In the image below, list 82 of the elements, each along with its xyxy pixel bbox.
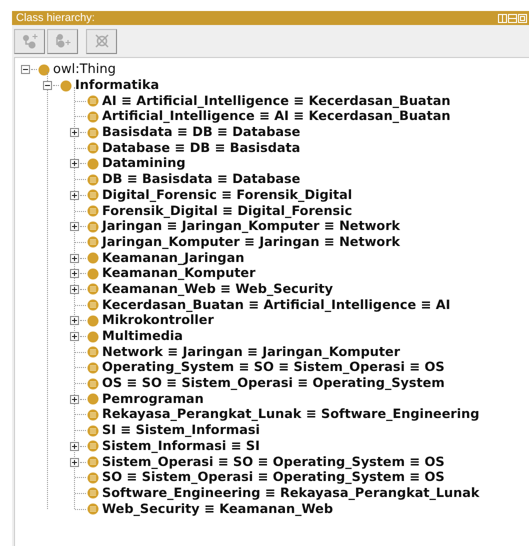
equivalent-class-icon: [87, 299, 99, 312]
equivalent-class-icon: [87, 472, 99, 484]
panel-title: Class hierarchy:: [16, 12, 95, 24]
equivalent-class-icon: [87, 503, 99, 516]
class-name[interactable]: Software_Engineering ≡ Rekayasa_Perangkat_Lunak: [102, 486, 480, 501]
class-name[interactable]: Basisdata ≡ DB ≡ Database: [102, 125, 300, 140]
delete-icon: [92, 32, 110, 50]
class-dot-icon: [87, 330, 99, 343]
class-name[interactable]: OS ≡ SO ≡ Sistem_Operasi ≡ Operating_System: [102, 376, 445, 392]
equivalent-class-icon: [87, 487, 99, 500]
class-dot-icon: [87, 252, 99, 264]
class-name[interactable]: AI ≡ Artificial_Intelligence ≡ Kecerdasan_Buatan: [102, 94, 450, 109]
expand-icon[interactable]: [70, 159, 79, 168]
add-sibling-button[interactable]: [47, 28, 78, 54]
equivalent-class-icon: [87, 424, 99, 437]
class-dot-icon: [87, 314, 99, 327]
add-subclass-button[interactable]: [14, 28, 45, 54]
equivalent-class-icon: [87, 220, 99, 233]
equivalent-class-icon: [87, 378, 99, 390]
class-name[interactable]: Datamining: [102, 156, 186, 172]
class-name[interactable]: Multimedia: [102, 329, 183, 344]
collapse-icon[interactable]: [21, 65, 30, 74]
class-dot-icon: [87, 268, 99, 280]
equivalent-class-icon: [87, 189, 99, 202]
add-subclass-icon: [20, 32, 38, 50]
equivalent-class-icon: [87, 362, 99, 374]
class-name[interactable]: Kecerdasan_Buatan ≡ Artificial_Intelligence ≡ AI: [102, 298, 450, 313]
class-name[interactable]: Operating_System ≡ SO ≡ Sistem_Operasi ≡ OS: [102, 360, 445, 376]
class-name[interactable]: owl:Thing: [53, 62, 116, 78]
expand-icon[interactable]: [70, 458, 79, 467]
class-name[interactable]: Keamanan_Web ≡ Web_Security: [102, 282, 334, 297]
equivalent-class-icon: [87, 346, 99, 358]
expand-icon[interactable]: [70, 222, 79, 232]
class-name[interactable]: Web_Security ≡ Keamanan_Web: [102, 502, 334, 517]
expand-icon[interactable]: [70, 190, 79, 200]
equivalent-class-icon: [87, 456, 99, 468]
class-name[interactable]: Pemrograman: [102, 392, 204, 407]
expand-icon[interactable]: [70, 254, 79, 263]
equivalent-class-icon: [87, 126, 99, 139]
class-name[interactable]: Mikrokontroller: [102, 313, 214, 328]
equivalent-class-icon: [87, 283, 99, 296]
class-name[interactable]: Network ≡ Jaringan ≡ Jaringan_Komputer: [102, 344, 400, 360]
class-dot-icon: [87, 158, 99, 170]
expand-icon[interactable]: [70, 316, 79, 326]
delete-class-button[interactable]: [86, 28, 117, 54]
class-name[interactable]: Database ≡ DB ≡ Basisdata: [102, 140, 300, 156]
class-name[interactable]: Sistem_Operasi ≡ SO ≡ Operating_System ≡ OS: [102, 454, 445, 470]
class-name[interactable]: Artificial_Intelligence ≡ AI ≡ Kecerdasan_Buatan: [102, 109, 450, 124]
minimize-icon[interactable]: [508, 14, 517, 22]
split-view-icon[interactable]: [498, 14, 507, 22]
class-name[interactable]: SI ≡ Sistem_Informasi: [102, 423, 260, 438]
equivalent-class-icon: [87, 174, 99, 186]
expand-icon[interactable]: [70, 284, 79, 294]
class-dot-icon: [87, 393, 99, 406]
class-name[interactable]: Digital_Forensic ≡ Forensik_Digital: [102, 188, 352, 203]
class-name[interactable]: Rekayasa_Perangkat_Lunak ≡ Software_Engineering: [102, 407, 480, 422]
class-name[interactable]: Keamanan_Komputer: [102, 266, 256, 282]
expand-icon[interactable]: [70, 269, 79, 278]
equivalent-class-icon: [87, 236, 99, 248]
expand-icon[interactable]: [70, 128, 79, 138]
add-sibling-icon: [54, 32, 72, 50]
equivalent-class-icon: [87, 95, 99, 108]
class-name[interactable]: DB ≡ Basisdata ≡ Database: [102, 172, 300, 188]
maximize-icon[interactable]: [518, 14, 527, 22]
equivalent-class-icon: [87, 142, 99, 154]
class-name[interactable]: Jaringan_Komputer ≡ Jaringan ≡ Network: [102, 234, 400, 250]
class-name[interactable]: SO ≡ Sistem_Operasi ≡ Operating_System ≡ OS: [102, 470, 445, 486]
equivalent-class-icon: [87, 440, 99, 452]
class-dot-icon: [38, 64, 50, 76]
expand-icon[interactable]: [70, 332, 79, 342]
class-name[interactable]: Forensik_Digital ≡ Digital_Forensic: [102, 204, 352, 219]
expand-icon[interactable]: [70, 394, 79, 404]
collapse-icon[interactable]: [43, 81, 52, 90]
class-dot-icon: [60, 80, 72, 92]
expand-icon[interactable]: [70, 442, 79, 451]
equivalent-class-icon: [87, 205, 99, 218]
equivalent-class-icon: [87, 408, 99, 421]
class-name[interactable]: Jaringan ≡ Jaringan_Komputer ≡ Network: [102, 219, 400, 234]
class-name[interactable]: Keamanan_Jaringan: [102, 250, 244, 266]
class-name[interactable]: Informatika: [75, 78, 160, 94]
class-name[interactable]: Sistem_Informasi ≡ SI: [102, 438, 260, 454]
equivalent-class-icon: [87, 110, 99, 123]
